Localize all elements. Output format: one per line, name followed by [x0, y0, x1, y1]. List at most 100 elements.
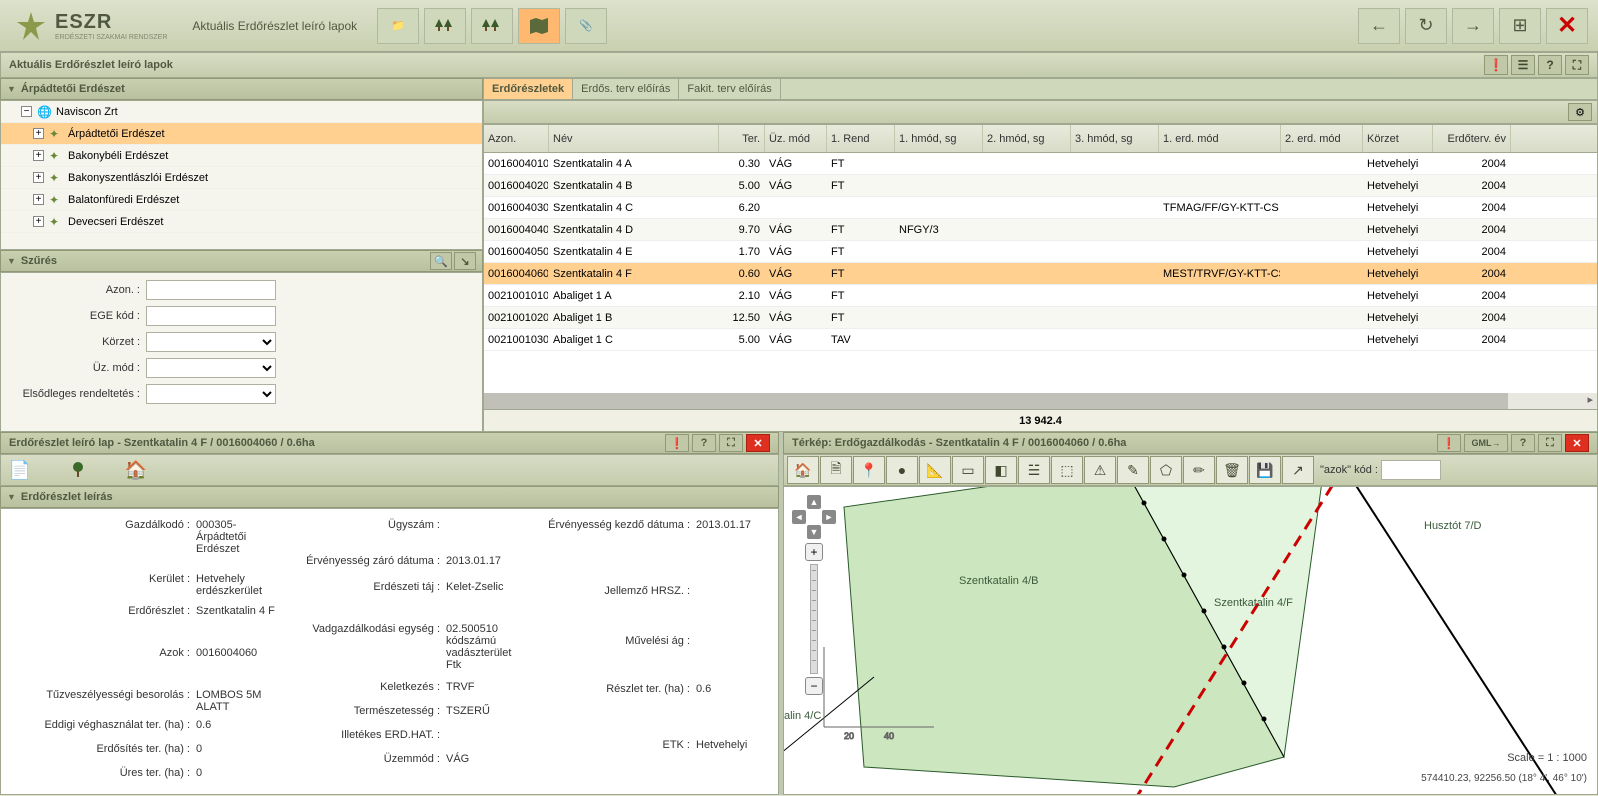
- pan-up-button[interactable]: ▲: [807, 495, 821, 509]
- trees-icon[interactable]: [424, 8, 466, 44]
- refresh-button[interactable]: ↻: [1405, 8, 1447, 44]
- filter-uzmod-select[interactable]: [146, 358, 276, 378]
- filter-azon-input[interactable]: [146, 280, 276, 300]
- grid-column-header[interactable]: Körzet: [1363, 125, 1433, 152]
- table-row[interactable]: 0016004060Szentkatalin 4 F0.60VÁGFTMEST/…: [484, 263, 1597, 285]
- grid-column-header[interactable]: 2. hmód, sg: [983, 125, 1071, 152]
- map-info-icon[interactable]: 🗎: [820, 456, 852, 484]
- map-canvas[interactable]: 2040 Szentkatalin 4/B Szentkatalin 4/F a…: [783, 486, 1598, 795]
- grid-column-header[interactable]: 3. hmód, sg: [1071, 125, 1159, 152]
- detail-close-button[interactable]: ✕: [746, 434, 770, 452]
- map-fill-icon[interactable]: ◧: [985, 456, 1017, 484]
- tree-root[interactable]: − 🌐 Naviscon Zrt: [1, 101, 482, 123]
- map-layers-icon[interactable]: ☱: [1018, 456, 1050, 484]
- grid-column-header[interactable]: Ter.: [719, 125, 765, 152]
- tab[interactable]: Erdőrészletek: [484, 79, 573, 99]
- detail-tree-icon[interactable]: [64, 457, 92, 483]
- zoom-in-button[interactable]: +: [805, 543, 823, 561]
- map-search-input[interactable]: [1381, 460, 1441, 480]
- map-pin-icon[interactable]: 📍: [853, 456, 885, 484]
- pan-left-button[interactable]: ◄: [792, 510, 806, 524]
- app-close-button[interactable]: ✕: [1546, 8, 1588, 44]
- zoom-out-button[interactable]: −: [805, 677, 823, 695]
- map-point-icon[interactable]: ●: [886, 456, 918, 484]
- map-trash-icon[interactable]: 🗑: [1216, 456, 1248, 484]
- tree-expand-icon[interactable]: +: [33, 216, 44, 227]
- map-home-icon[interactable]: 🏠: [787, 456, 819, 484]
- filter-clear-button[interactable]: ↘: [454, 252, 476, 270]
- panel-warn-button[interactable]: ❗: [1484, 55, 1508, 75]
- grid-column-header[interactable]: 1. erd. mód: [1159, 125, 1281, 152]
- detail-warn-button[interactable]: ❗: [665, 434, 689, 452]
- detail-help-button[interactable]: ?: [692, 434, 716, 452]
- tree-item[interactable]: +✦Árpádtetői Erdészet: [1, 123, 482, 145]
- trees2-icon[interactable]: [471, 8, 513, 44]
- map-measure-icon[interactable]: 📐: [919, 456, 951, 484]
- filter-header[interactable]: ▼ Szűrés 🔍 ↘: [0, 250, 483, 272]
- table-row[interactable]: 0021001010Abaliget 1 A2.10VÁGFTHetvehely…: [484, 285, 1597, 307]
- detail-house-icon[interactable]: 🏠: [122, 457, 150, 483]
- map-expand-button[interactable]: ⛶: [1538, 434, 1562, 452]
- panel-expand-button[interactable]: ⛶: [1565, 55, 1589, 75]
- detail-expand-button[interactable]: ⛶: [719, 434, 743, 452]
- grid-column-header[interactable]: Azon.: [484, 125, 549, 152]
- attach-icon[interactable]: 📎: [565, 8, 607, 44]
- map-warn-button[interactable]: ❗: [1437, 434, 1461, 452]
- map-edit-icon[interactable]: ✎: [1117, 456, 1149, 484]
- grid-column-header[interactable]: Név: [549, 125, 719, 152]
- grid-body[interactable]: 0016004010Szentkatalin 4 A0.30VÁGFTHetve…: [484, 153, 1597, 393]
- panel-help-button[interactable]: ?: [1538, 55, 1562, 75]
- tree-expand-icon[interactable]: +: [33, 172, 44, 183]
- table-row[interactable]: 0016004050Szentkatalin 4 E1.70VÁGFTHetve…: [484, 241, 1597, 263]
- table-row[interactable]: 0016004020Szentkatalin 4 B5.00VÁGFTHetve…: [484, 175, 1597, 197]
- detail-doc-icon[interactable]: 📄: [6, 457, 34, 483]
- tree-header[interactable]: ▼ Árpádtetői Erdészet: [0, 78, 483, 100]
- filter-elsrend-select[interactable]: [146, 384, 276, 404]
- map-polygon-icon[interactable]: ⬠: [1150, 456, 1182, 484]
- detail-section-header[interactable]: ▼ Erdőrészlet leírás: [0, 486, 779, 508]
- tree-item[interactable]: +✦Devecseri Erdészet: [1, 211, 482, 233]
- map-rect-icon[interactable]: ▭: [952, 456, 984, 484]
- back-button[interactable]: ←: [1358, 8, 1400, 44]
- forward-button[interactable]: →: [1452, 8, 1494, 44]
- tree-item[interactable]: +✦Bakonyszentlászlói Erdészet: [1, 167, 482, 189]
- table-row[interactable]: 0016004010Szentkatalin 4 A0.30VÁGFTHetve…: [484, 153, 1597, 175]
- tree-expand-icon[interactable]: +: [33, 150, 44, 161]
- map-help-button[interactable]: ?: [1511, 434, 1535, 452]
- filter-ege-input[interactable]: [146, 306, 276, 326]
- tab[interactable]: Fakit. terv előírás: [679, 79, 780, 99]
- grid-column-header[interactable]: 1. Rend: [827, 125, 895, 152]
- tree-expand-icon[interactable]: +: [33, 194, 44, 205]
- map-save-icon[interactable]: 💾: [1249, 456, 1281, 484]
- map-icon[interactable]: [518, 8, 560, 44]
- table-row[interactable]: 0021001030Abaliget 1 C5.00VÁGTAVHetvehel…: [484, 329, 1597, 351]
- folder-icon[interactable]: 📁: [377, 8, 419, 44]
- panel-list-button[interactable]: ☰: [1511, 55, 1535, 75]
- grid-column-header[interactable]: 2. erd. mód: [1281, 125, 1363, 152]
- tree-collapse-icon[interactable]: −: [21, 106, 32, 117]
- table-row[interactable]: 0016004030Szentkatalin 4 C6.20TFMAG/FF/G…: [484, 197, 1597, 219]
- tree-expand-icon[interactable]: +: [33, 128, 44, 139]
- map-export-icon[interactable]: ↗: [1282, 456, 1314, 484]
- map-pencil-icon[interactable]: ✏: [1183, 456, 1215, 484]
- pan-down-button[interactable]: ▼: [807, 525, 821, 539]
- filter-korzet-select[interactable]: [146, 332, 276, 352]
- map-gml-button[interactable]: GML→: [1464, 434, 1508, 452]
- zoom-slider[interactable]: [810, 564, 818, 674]
- grid-column-header[interactable]: 1. hmód, sg: [895, 125, 983, 152]
- pan-right-button[interactable]: ►: [822, 510, 836, 524]
- grid-view-button[interactable]: ⊞: [1499, 8, 1541, 44]
- map-close-button[interactable]: ✕: [1565, 434, 1589, 452]
- grid-settings-button[interactable]: ⚙: [1568, 103, 1592, 121]
- filter-search-button[interactable]: 🔍: [430, 252, 452, 270]
- map-warning-icon[interactable]: ⚠: [1084, 456, 1116, 484]
- tab[interactable]: Erdős. terv előírás: [573, 79, 679, 99]
- map-select-icon[interactable]: ⬚: [1051, 456, 1083, 484]
- grid-column-header[interactable]: Erdőterv. év: [1433, 125, 1511, 152]
- table-row[interactable]: 0016004040Szentkatalin 4 D9.70VÁGFTNFGY/…: [484, 219, 1597, 241]
- grid-hscrollbar[interactable]: ▸: [484, 393, 1597, 409]
- table-row[interactable]: 0021001020Abaliget 1 B12.50VÁGFTHetvehel…: [484, 307, 1597, 329]
- tree-item[interactable]: +✦Balatonfüredi Erdészet: [1, 189, 482, 211]
- grid-column-header[interactable]: Üz. mód: [765, 125, 827, 152]
- tree-item[interactable]: +✦Bakonybéli Erdészet: [1, 145, 482, 167]
